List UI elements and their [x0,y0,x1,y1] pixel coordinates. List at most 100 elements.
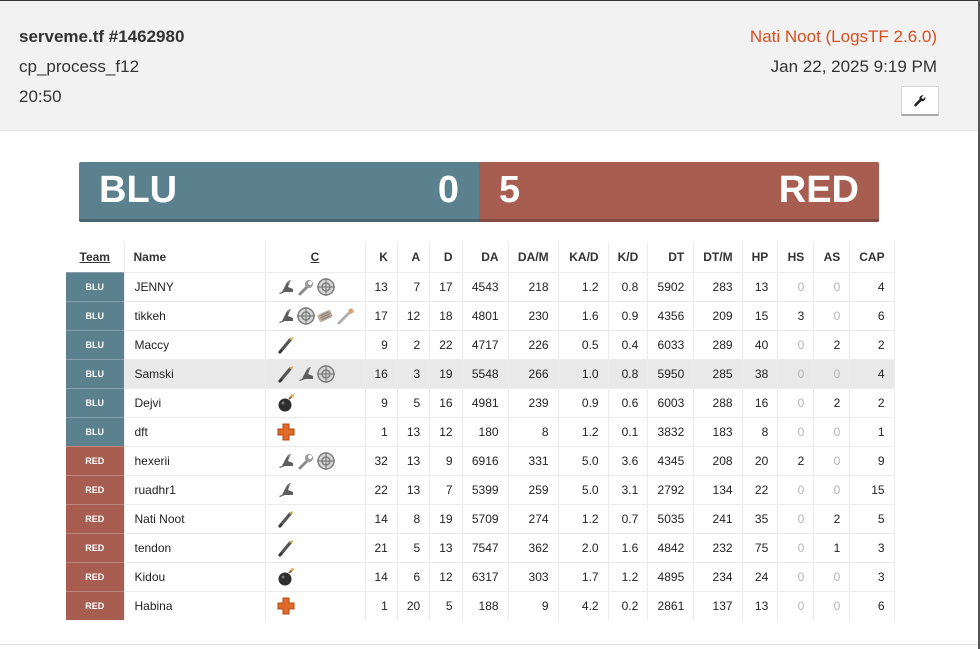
column-header-name[interactable]: Name [124,242,266,272]
stat-as: 0 [813,561,851,591]
player-name[interactable]: Samski [124,358,266,388]
column-header-assists[interactable]: A [397,242,431,272]
column-header-kd[interactable]: K/D [608,242,649,272]
table-row: BLU JENNY 13 7 17 4543 218 1.2 0.8 5902 283 13 0 0 4 [66,271,895,301]
column-header-headshots[interactable]: HS [777,242,815,272]
demoman-class-icon [276,393,296,413]
column-header-damage[interactable]: DA [462,242,509,272]
stat-d: 12 [429,416,463,446]
stat-d: 5 [429,590,463,620]
stat-dtm: 134 [693,474,743,504]
column-header-team[interactable]: Team [66,242,125,272]
player-name[interactable]: dft [124,416,266,446]
player-name[interactable]: Nati Noot [124,503,266,533]
player-name[interactable]: tikkeh [124,300,266,330]
stat-hp: 13 [742,590,779,620]
uploader-link[interactable]: Nati Noot (LogsTF 2.6.0) [750,27,937,47]
player-name[interactable]: JENNY [124,271,266,301]
column-header-deaths[interactable]: D [429,242,463,272]
stat-k: 16 [365,358,398,388]
stat-d: 22 [429,329,463,359]
stat-dam: 239 [508,387,559,417]
stat-da: 180 [462,416,509,446]
stat-dtm: 285 [693,358,743,388]
player-name[interactable]: Dejvi [124,387,266,417]
soldier-class-icon [276,364,296,384]
stat-a: 6 [397,561,431,591]
red-team-label: RED [778,169,859,211]
stat-hs: 0 [777,358,815,388]
red-score-panel: 5 RED [479,162,879,222]
column-header-damage-per-minute[interactable]: DA/M [508,242,559,272]
team-badge: RED [66,532,125,562]
stat-hs: 0 [777,271,815,301]
tools-button[interactable] [901,86,939,116]
stat-k: 14 [365,503,398,533]
stat-hp: 22 [742,474,779,504]
stat-dam: 230 [508,300,559,330]
stat-cap: 4 [849,358,895,388]
column-header-kills[interactable]: K [365,242,398,272]
stat-k: 1 [365,416,398,446]
stat-hp: 35 [742,503,779,533]
stat-hp: 15 [742,300,779,330]
team-badge: RED [66,474,125,504]
team-badge: BLU [66,300,125,330]
stat-kad: 0.5 [558,329,609,359]
player-name[interactable]: Maccy [124,329,266,359]
sniper-class-icon [296,306,316,326]
player-name[interactable]: ruadhr1 [124,474,266,504]
team-badge: BLU [66,271,125,301]
engineer-class-icon [296,451,316,471]
pyro-class-icon [336,306,356,326]
table-row: BLU Samski 16 3 19 5548 266 1.0 0.8 5950 285 38 0 0 4 [66,358,895,388]
team-badge: RED [66,445,125,475]
stat-cap: 2 [849,387,895,417]
column-header-damage-taken-per-minute[interactable]: DT/M [693,242,743,272]
stat-hs: 0 [777,416,815,446]
stat-a: 12 [397,300,431,330]
table-row: RED Habina 1 20 5 188 9 4.2 0.2 2861 137 13 0 0 6 [66,590,895,620]
player-name[interactable]: hexerii [124,445,266,475]
stat-hp: 40 [742,329,779,359]
stat-kd: 0.8 [608,358,649,388]
table-row: BLU Maccy 9 2 22 4717 226 0.5 0.4 6033 289 40 0 2 2 [66,329,895,359]
stat-dtm: 183 [693,416,743,446]
stat-as: 0 [813,300,851,330]
stat-kad: 4.2 [558,590,609,620]
stat-hp: 13 [742,271,779,301]
player-name[interactable]: Kidou [124,561,266,591]
stat-hs: 0 [777,329,815,359]
demoman-class-icon [276,567,296,587]
player-classes [265,561,366,591]
table-row: BLU Dejvi 9 5 16 4981 239 0.9 0.6 6003 288 16 0 2 2 [66,387,895,417]
sniper-class-icon [316,277,336,297]
stat-a: 2 [397,329,431,359]
stat-cap: 1 [849,416,895,446]
column-header-airshots[interactable]: AS [813,242,851,272]
column-header-damage-taken[interactable]: DT [647,242,695,272]
stat-d: 7 [429,474,463,504]
stat-hs: 0 [777,474,815,504]
column-header-class[interactable]: C [265,242,366,272]
stat-kad: 2.0 [558,532,609,562]
map-name: cp_process_f12 [19,57,140,76]
stat-dam: 274 [508,503,559,533]
stat-as: 1 [813,532,851,562]
player-name[interactable]: Habina [124,590,266,620]
player-stats-table: Team Name C K A D DA DA/M KA/D K/D DT DT… [66,242,895,620]
player-classes [265,300,366,330]
column-header-kad[interactable]: KA/D [558,242,609,272]
player-name[interactable]: tendon [124,532,266,562]
stat-kad: 1.0 [558,358,609,388]
stat-da: 5709 [462,503,509,533]
column-header-captures[interactable]: CAP [849,242,895,272]
team-scoreboard: BLU 0 5 RED [79,162,879,222]
stat-hp: 24 [742,561,779,591]
stat-kd: 1.2 [608,561,649,591]
column-header-heals[interactable]: HP [742,242,779,272]
log-date: Jan 22, 2025 9:19 PM [770,57,937,76]
stat-kad: 5.0 [558,445,609,475]
stat-dam: 218 [508,271,559,301]
stat-kd: 0.6 [608,387,649,417]
